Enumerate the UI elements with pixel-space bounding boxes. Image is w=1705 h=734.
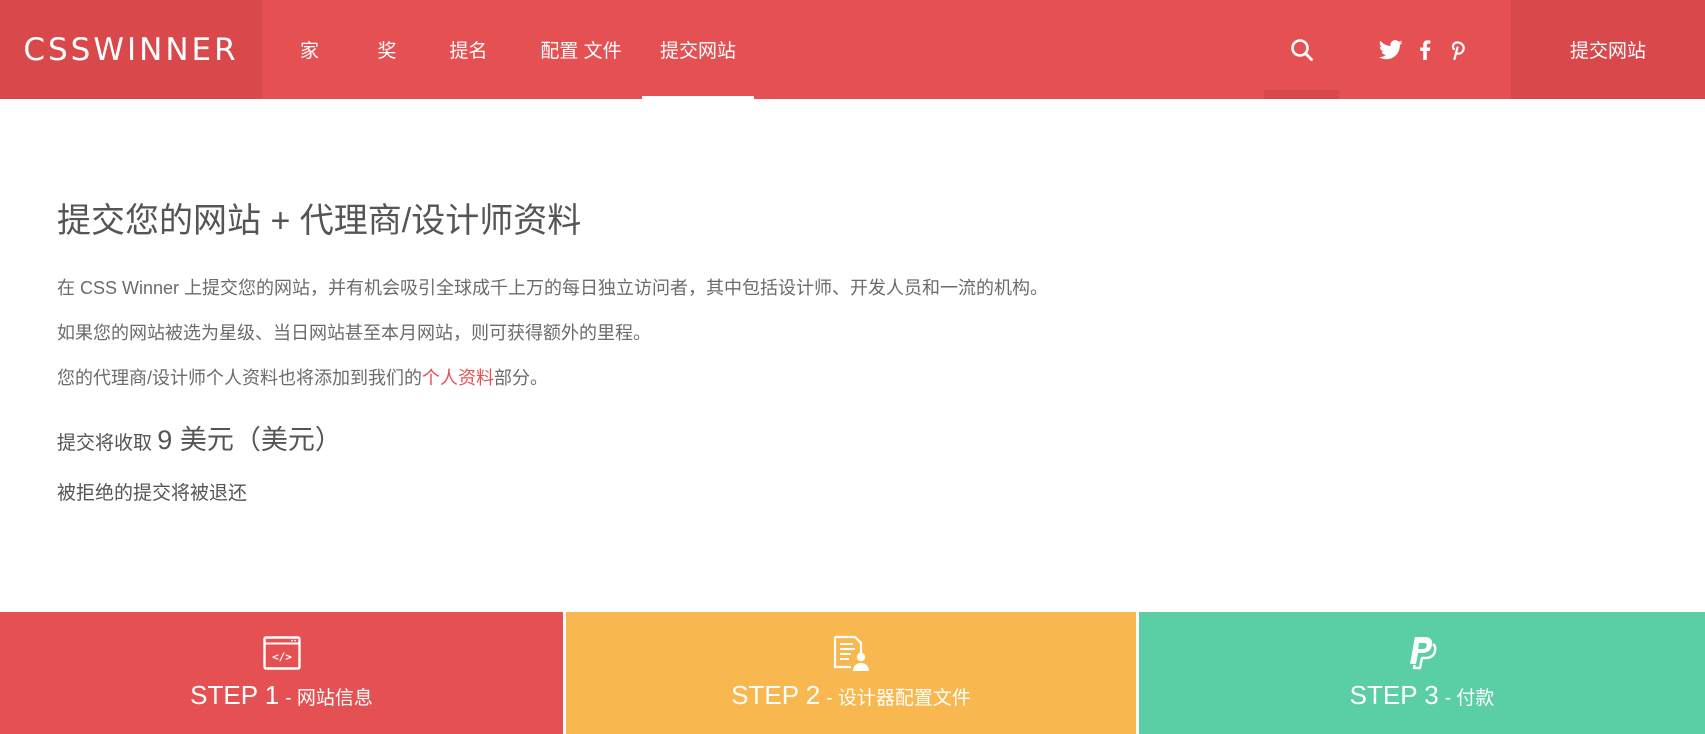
site-header: CSSWINNER 家 奖 提名 配置 文件 提交网站 提交网站	[0, 0, 1705, 99]
step-3-payment[interactable]: STEP 3 - 付款	[1139, 612, 1705, 734]
facebook-icon	[1420, 39, 1431, 60]
page-title: 提交您的网站 + 代理商/设计师资料	[57, 202, 582, 240]
refund-note: 被拒绝的提交将被退还	[57, 483, 248, 504]
submit-site-label: 提交网站	[1569, 41, 1646, 62]
site-logo[interactable]: CSSWINNER	[23, 32, 238, 68]
facebook-link[interactable]	[1408, 0, 1442, 99]
step-2-designer-profile[interactable]: STEP 2 - 设计器配置文件	[566, 612, 1136, 734]
svg-text:</>: </>	[272, 651, 292, 664]
twitter-link[interactable]	[1374, 0, 1408, 99]
step-description: - 设计器配置文件	[826, 688, 971, 709]
pinterest-link[interactable]	[1442, 0, 1476, 99]
pinterest-icon	[1451, 40, 1465, 60]
logo-container[interactable]: CSSWINNER	[0, 0, 262, 99]
nav-label: 家	[299, 41, 319, 62]
profile-text-before: 您的代理商/设计师个人资料也将添加到我们的	[57, 368, 422, 388]
step-number: STEP 1	[190, 680, 280, 710]
profiles-link[interactable]: 个人资料	[422, 368, 494, 388]
step-description: - 付款	[1444, 688, 1495, 709]
main-content: 提交您的网站 + 代理商/设计师资料 在 CSS Winner 上提交您的网站，…	[57, 195, 1457, 505]
nav-label: 提名	[449, 41, 488, 62]
submission-fee: 提交将收取 9 美元（美元）	[57, 423, 1457, 461]
search-button[interactable]	[1264, 0, 1339, 99]
nav-label: 奖	[377, 41, 397, 62]
twitter-icon	[1379, 39, 1403, 59]
step-number: STEP 2	[731, 680, 821, 710]
step-number: STEP 3	[1349, 680, 1439, 710]
main-nav: 家 奖 提名 配置 文件 提交网站	[262, 0, 754, 99]
intro-paragraph: 在 CSS Winner 上提交您的网站，并有机会吸引全球成千上万的每日独立访问…	[57, 278, 1049, 298]
submission-steps: </> STEP 1 - 网站信息 STEP 2 - 设计器配置文件 STEP …	[0, 612, 1705, 734]
code-window-icon: </>	[262, 636, 301, 670]
nav-label: 配置 文件	[540, 41, 622, 62]
nav-item-home[interactable]: 家	[262, 0, 357, 99]
nav-item-profiles[interactable]: 配置 文件	[520, 0, 642, 99]
featured-paragraph: 如果您的网站被选为星级、当日网站甚至本月网站，则可获得额外的里程。	[57, 323, 651, 343]
fee-prefix: 提交将收取	[57, 433, 153, 454]
paypal-icon	[1410, 637, 1437, 670]
search-icon	[1290, 38, 1313, 61]
social-links	[1374, 0, 1476, 99]
profile-text-after: 部分。	[494, 368, 548, 388]
submit-site-button[interactable]: 提交网站	[1511, 0, 1705, 99]
nav-label: 提交网站	[659, 41, 736, 62]
nav-item-submit-site[interactable]: 提交网站	[642, 0, 754, 99]
fee-amount: 9 美元（美元）	[157, 425, 342, 455]
profile-paragraph: 您的代理商/设计师个人资料也将添加到我们的个人资料部分。	[57, 367, 1457, 389]
step-1-website-info[interactable]: </> STEP 1 - 网站信息	[0, 612, 563, 734]
nav-item-nominees[interactable]: 提名	[417, 0, 520, 99]
step-description: - 网站信息	[285, 688, 373, 709]
profile-document-icon	[833, 635, 869, 671]
nav-item-awards[interactable]: 奖	[357, 0, 417, 99]
